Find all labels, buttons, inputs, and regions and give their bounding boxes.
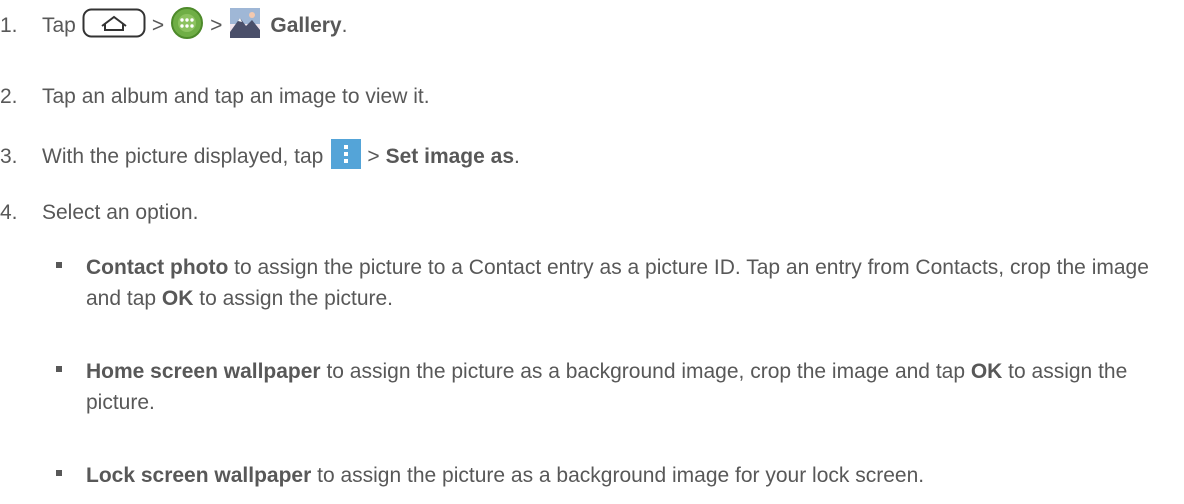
step-text: With the picture displayed, tap > Set im… [42, 139, 520, 175]
option-text: Contact photo to assign the picture to a… [86, 252, 1176, 314]
bullet-icon [56, 262, 62, 268]
gallery-app-icon [228, 6, 262, 46]
step-text: Tap an album and tap an image to view it… [42, 85, 430, 108]
period: . [341, 14, 348, 37]
option-description: to assign the picture as a background im… [320, 360, 971, 383]
gallery-label: Gallery [270, 14, 342, 37]
menu-icon [331, 139, 362, 175]
step-text: Tap > > Gallery . [42, 6, 347, 46]
home-key-icon [82, 8, 146, 44]
separator: > [151, 14, 165, 37]
option-description-end: to assign the picture. [193, 287, 394, 310]
bullet-icon [56, 366, 62, 372]
step-number: 2. [0, 85, 18, 108]
tap-text: Tap [42, 14, 76, 37]
option-text: Home screen wallpaper to assign the pict… [86, 356, 1176, 418]
step-pre-text: With the picture displayed, tap [42, 145, 324, 168]
step-text: Select an option. [42, 201, 199, 224]
apps-icon [170, 6, 204, 46]
separator: > [367, 145, 380, 168]
option-title: Contact photo [86, 256, 229, 279]
option-description: to assign the picture as a background im… [311, 464, 925, 487]
option-title: Home screen wallpaper [86, 360, 321, 383]
period: . [514, 145, 520, 168]
step-number: 3. [0, 145, 18, 168]
step-number: 4. [0, 201, 18, 224]
option-title: Lock screen wallpaper [86, 464, 312, 487]
option-text: Lock screen wallpaper to assign the pict… [86, 460, 1176, 491]
step-number: 1. [0, 14, 18, 37]
set-image-as-label: Set image as [385, 145, 514, 168]
ok-label: OK [161, 287, 194, 310]
ok-label: OK [970, 360, 1003, 383]
bullet-icon [56, 470, 62, 476]
separator: > [210, 14, 223, 37]
